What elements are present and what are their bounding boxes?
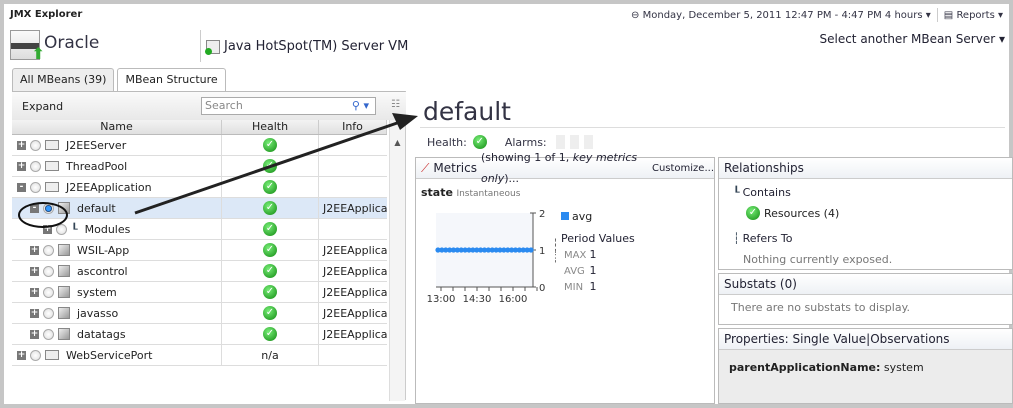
tree-dashed-icon: ┆: [733, 232, 740, 245]
y-axis-label: count: [552, 237, 556, 263]
substats-panel: Substats (0) There are no substats to di…: [718, 273, 1013, 325]
contains-label: ┖ Contains: [733, 186, 791, 199]
relationships-panel: Relationships ┖ Contains ✓ Resources (4) ┆…: [718, 157, 1013, 270]
x-tick-label: 14:30: [463, 294, 492, 303]
metrics-icon: ⟋: [421, 160, 430, 175]
metrics-header: ⟋ Metrics (showing 1 of 1, key metrics o…: [416, 151, 714, 185]
data-point: [528, 247, 534, 253]
tree-icon: ┖: [733, 186, 740, 199]
metrics-panel: ⟋ Metrics (showing 1 of 1, key metrics o…: [415, 151, 715, 404]
customize-link[interactable]: Customize...: [652, 158, 714, 179]
refers-to-label: ┆ Refers To: [733, 232, 793, 245]
y-tick-label: 2: [539, 209, 545, 220]
divider: [420, 127, 1005, 128]
y-tick-label: 1: [539, 246, 545, 257]
chart-legend: avg: [561, 210, 592, 223]
health-ok-icon: ✓: [746, 206, 760, 220]
x-tick-label: 13:00: [427, 294, 456, 303]
detail-title: default: [423, 97, 511, 126]
resources-link[interactable]: ✓ Resources (4): [746, 206, 839, 220]
x-tick-label: 16:00: [499, 294, 528, 303]
period-values: Period Values MAX 1 AVG 1 MIN 1: [561, 232, 635, 293]
properties-panel: Properties: Single Value|Observations pa…: [718, 328, 1013, 404]
state-chart[interactable]: 0 1 2 13:00 14:30 16:00 count: [416, 203, 556, 303]
metric-type: Instantaneous: [456, 189, 521, 199]
legend-swatch: [561, 212, 569, 220]
y-tick-label: 0: [539, 283, 545, 294]
metric-name: state: [421, 186, 453, 199]
property-row: parentApplicationName: system: [719, 350, 1012, 403]
